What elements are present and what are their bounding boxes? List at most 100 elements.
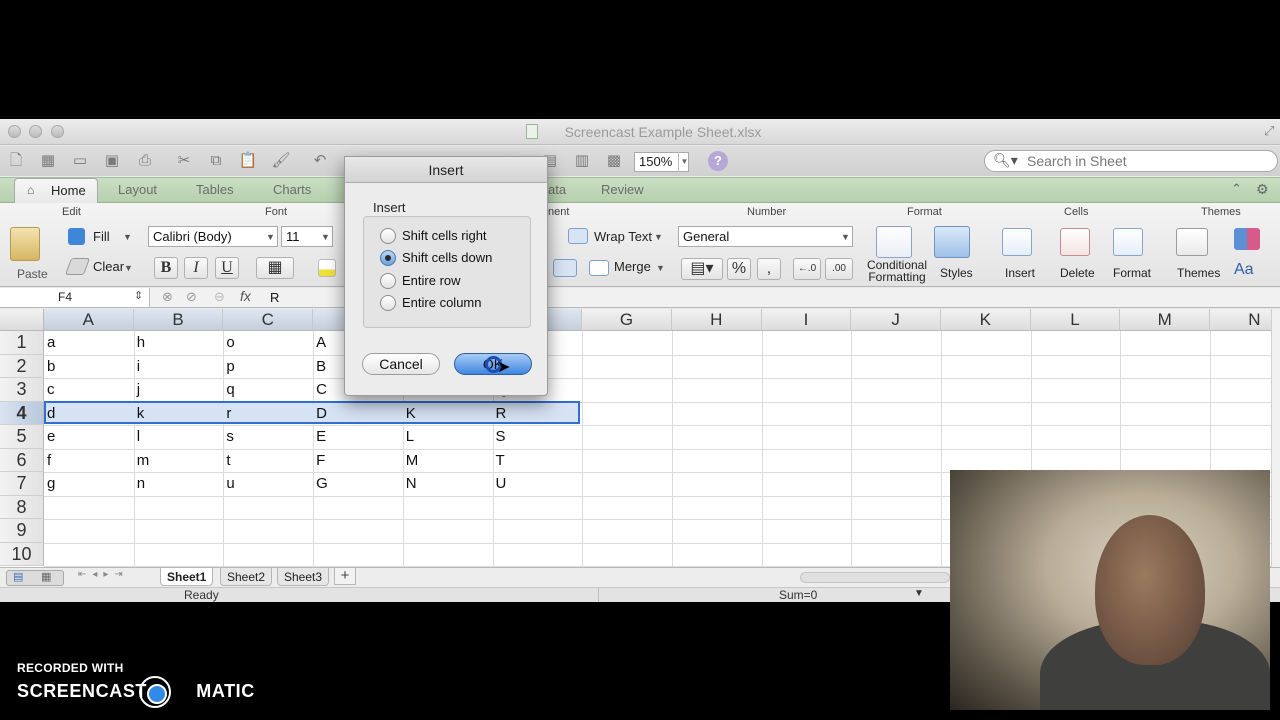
- tab-home[interactable]: ⌂ Home: [14, 178, 98, 204]
- radio-entire-column[interactable]: [380, 295, 396, 311]
- column-header-c[interactable]: C: [223, 309, 314, 331]
- cell-c6[interactable]: t: [226, 452, 230, 469]
- row-header-7[interactable]: 7: [0, 472, 44, 496]
- cell-a6[interactable]: f: [47, 452, 51, 469]
- row-header-9[interactable]: 9: [0, 519, 44, 543]
- cell-e7[interactable]: N: [406, 475, 417, 492]
- conditional-formatting-button[interactable]: Conditional Formatting: [865, 259, 929, 283]
- new-document-icon[interactable]: 🗋: [6, 151, 26, 171]
- font-name-dropdown-icon[interactable]: ▼: [266, 232, 275, 242]
- row-header-5[interactable]: 5: [0, 425, 44, 449]
- number-format-select[interactable]: General: [678, 226, 853, 247]
- column-header-n[interactable]: N: [1210, 309, 1280, 331]
- cell-a4[interactable]: d: [47, 405, 55, 422]
- cell-d6[interactable]: F: [316, 452, 325, 469]
- add-sheet-button[interactable]: +: [334, 567, 356, 585]
- open-icon[interactable]: ▭: [70, 151, 90, 171]
- cell-d3[interactable]: C: [316, 381, 327, 398]
- italic-button[interactable]: I: [184, 257, 208, 279]
- cell-c2[interactable]: p: [226, 358, 234, 375]
- paste-clipboard-icon[interactable]: [10, 227, 40, 261]
- accept-formula-icon[interactable]: ⊘: [186, 289, 197, 305]
- underline-button[interactable]: U: [215, 257, 239, 279]
- column-header-j[interactable]: J: [851, 309, 941, 331]
- label-entire-row[interactable]: Entire row: [402, 273, 461, 288]
- cell-a7[interactable]: g: [47, 475, 55, 492]
- help-icon[interactable]: ?: [708, 151, 728, 171]
- wrap-text-button[interactable]: Wrap Text: [594, 229, 652, 244]
- sheet-nav-arrows-icon[interactable]: ⇤◂▸⇥: [78, 569, 129, 580]
- label-entire-column[interactable]: Entire column: [402, 295, 481, 310]
- currency-button[interactable]: ▤▾: [681, 258, 723, 280]
- cell-d5[interactable]: E: [316, 428, 326, 445]
- percent-button[interactable]: %: [727, 258, 751, 280]
- format-painter-icon[interactable]: 🖌: [271, 151, 291, 171]
- print-icon[interactable]: ⎙: [135, 151, 155, 171]
- cell-e5[interactable]: L: [406, 428, 414, 445]
- save-icon[interactable]: ▣: [102, 151, 122, 171]
- status-sum[interactable]: Sum=0: [779, 588, 817, 602]
- column-header-l[interactable]: L: [1030, 309, 1121, 331]
- cell-d4[interactable]: D: [316, 405, 327, 422]
- clear-dropdown-icon[interactable]: ▼: [124, 263, 133, 273]
- row-header-1[interactable]: 1: [0, 331, 44, 355]
- decrease-decimal-button[interactable]: ←.0: [793, 258, 821, 280]
- cell-c7[interactable]: u: [226, 475, 234, 492]
- cell-c5[interactable]: s: [226, 428, 234, 445]
- cell-b2[interactable]: i: [137, 358, 140, 375]
- cell-d7[interactable]: G: [316, 475, 328, 492]
- column-header-h[interactable]: H: [671, 309, 762, 331]
- insert-cells-button[interactable]: Insert: [1005, 266, 1035, 280]
- fullscreen-icon[interactable]: ⤢: [1264, 123, 1274, 139]
- sum-formula-icon[interactable]: ⊖: [214, 289, 225, 305]
- cell-d1[interactable]: A: [316, 334, 326, 351]
- copy-icon[interactable]: ⧉: [206, 151, 226, 171]
- merge-button[interactable]: Merge: [614, 259, 651, 274]
- name-box-stepper-icon[interactable]: ⇕: [134, 289, 143, 302]
- clear-button[interactable]: Clear: [93, 259, 124, 274]
- radio-entire-row[interactable]: [380, 273, 396, 289]
- row-header-4[interactable]: 4: [0, 401, 44, 425]
- paste-button[interactable]: Paste: [17, 267, 48, 281]
- collapse-ribbon-icon[interactable]: ⌃: [1231, 181, 1242, 197]
- format-cells-button[interactable]: Format: [1113, 266, 1151, 280]
- font-size-dropdown-icon[interactable]: ▼: [321, 232, 330, 242]
- column-header-b[interactable]: B: [133, 309, 224, 331]
- font-name-select[interactable]: Calibri (Body): [148, 226, 278, 247]
- templates-icon[interactable]: ▦: [38, 151, 58, 171]
- bold-button[interactable]: B: [154, 257, 178, 279]
- tab-charts[interactable]: Charts: [273, 182, 311, 197]
- ribbon-settings-icon[interactable]: ⚙: [1256, 181, 1269, 198]
- cell-c3[interactable]: q: [226, 381, 234, 398]
- fill-dropdown-icon[interactable]: ▼: [123, 232, 132, 242]
- cell-f6[interactable]: T: [496, 452, 505, 469]
- page-layout-view-icon[interactable]: ▦: [41, 570, 51, 583]
- styles-button[interactable]: Styles: [940, 266, 973, 280]
- column-header-m[interactable]: M: [1120, 309, 1211, 331]
- zoom-dropdown-icon[interactable]: ▼: [678, 152, 690, 172]
- row-header-8[interactable]: 8: [0, 495, 44, 519]
- cell-f7[interactable]: U: [496, 475, 507, 492]
- theme-fonts-button[interactable]: Aa: [1234, 261, 1254, 279]
- fill-button[interactable]: Fill: [93, 229, 110, 244]
- merge-dropdown-icon[interactable]: ▼: [656, 263, 665, 273]
- paste-icon[interactable]: 📋: [238, 151, 258, 171]
- themes-button[interactable]: Themes: [1177, 266, 1220, 280]
- row-header-10[interactable]: 10: [0, 542, 44, 566]
- name-box[interactable]: F4: [0, 288, 150, 307]
- status-sum-dropdown-icon[interactable]: ▼: [914, 588, 924, 599]
- insert-function-icon[interactable]: fx: [240, 288, 251, 304]
- cell-c1[interactable]: o: [226, 334, 234, 351]
- cell-b6[interactable]: m: [137, 452, 150, 469]
- tab-review[interactable]: Review: [601, 182, 644, 197]
- cell-d2[interactable]: B: [316, 358, 326, 375]
- delete-cells-button[interactable]: Delete: [1060, 266, 1095, 280]
- view-toggle[interactable]: ▤ ▦: [6, 570, 64, 586]
- fill-color-icon[interactable]: [318, 259, 336, 277]
- label-shift-cells-right[interactable]: Shift cells right: [402, 228, 487, 243]
- normal-view-icon[interactable]: ▤: [13, 570, 23, 583]
- cancel-formula-icon[interactable]: ⊗: [162, 289, 173, 305]
- cell-a2[interactable]: b: [47, 358, 55, 375]
- sheet-tab-sheet1[interactable]: Sheet1: [160, 568, 214, 586]
- sheet-tab-sheet3[interactable]: Sheet3: [277, 568, 330, 586]
